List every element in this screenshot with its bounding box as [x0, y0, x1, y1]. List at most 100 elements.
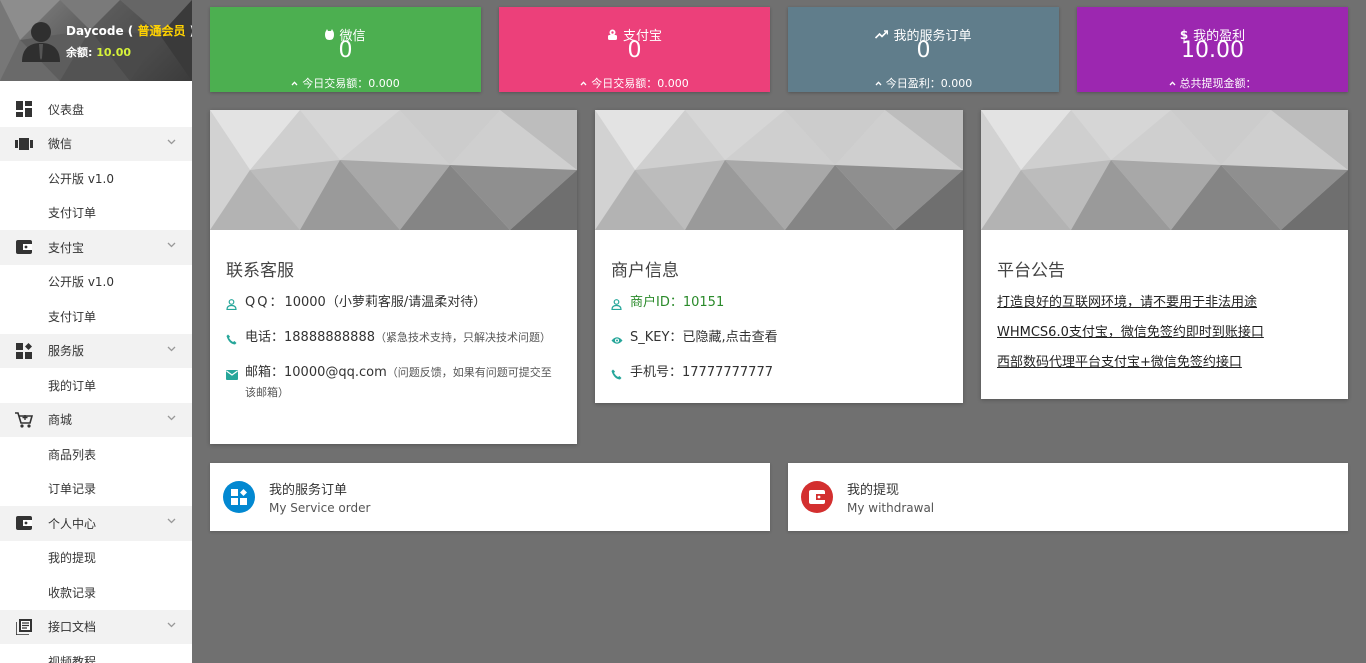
- chevron-down-icon: [167, 622, 176, 627]
- sidebar-item-payment-records[interactable]: 收款记录: [0, 575, 192, 610]
- skey-value[interactable]: 已隐藏,点击查看: [682, 330, 777, 345]
- email-label: 邮箱：: [245, 365, 285, 380]
- sidebar-item-api-docs[interactable]: 接口文档: [0, 609, 192, 644]
- lowpoly-banner-image: [981, 110, 1348, 230]
- quick-title: 我的提现: [847, 483, 900, 498]
- card-title: 平台公告: [997, 261, 1065, 281]
- sidebar-item-wechat[interactable]: 微信: [0, 126, 192, 161]
- notice-link[interactable]: 打造良好的互联网环境，请不要用于非法用途: [997, 293, 1332, 313]
- notice-link[interactable]: 西部数码代理平台支付宝+微信免签约接口: [997, 353, 1332, 373]
- balance-line: 余额: 10.00: [66, 44, 131, 60]
- lowpoly-banner-image: [210, 110, 577, 230]
- quick-title: 我的服务订单: [269, 483, 348, 498]
- mobile-label: 手机号：: [630, 365, 683, 380]
- quick-subtitle: My withdrawal: [847, 501, 935, 515]
- merchant-card: 商户信息 商户ID：10151 S_KEY：已隐藏,点击查看 手机号：17777…: [595, 110, 963, 403]
- sidebar-item-label: 公开版 v1.0: [48, 275, 115, 290]
- sidebar-item-personal-center[interactable]: 个人中心: [0, 506, 192, 541]
- sidebar-item-dashboard[interactable]: 仪表盘: [0, 92, 192, 127]
- card-title: 联系客服: [226, 261, 294, 281]
- skey-row[interactable]: S_KEY：已隐藏,点击查看: [611, 328, 947, 352]
- sidebar-item-label: 收款记录: [48, 585, 97, 600]
- sidebar-item-my-orders[interactable]: 我的订单: [0, 368, 192, 403]
- sidebar-item-my-withdrawals[interactable]: 我的提现: [0, 541, 192, 576]
- sidebar-item-label: 支付订单: [48, 309, 97, 324]
- user-profile: Daycode ( 普通会员 ) 余额: 10.00: [0, 0, 192, 81]
- chevron-up-icon: [1169, 80, 1175, 85]
- widgets-icon: [223, 481, 255, 513]
- sidebar-item-wechat-public[interactable]: 公开版 v1.0: [0, 161, 192, 196]
- chevron-down-icon: [167, 346, 176, 351]
- sidebar-item-label: 视频教程: [48, 654, 97, 663]
- sidebar-item-product-list[interactable]: 商品列表: [0, 437, 192, 472]
- qq-label: QQ：: [245, 295, 285, 310]
- sidebar-item-label: 公开版 v1.0: [48, 171, 115, 186]
- eye-icon: [611, 337, 623, 344]
- tile-profit[interactable]: $ 我的盈利 10.00 总共提现金额：: [1077, 7, 1348, 92]
- chevron-down-icon: [167, 415, 176, 420]
- person-icon: [611, 299, 622, 311]
- sidebar: Daycode ( 普通会员 ) 余额: 10.00 仪表盘 微信 公开版 v1…: [0, 0, 192, 663]
- sidebar-item-alipay-orders[interactable]: 支付订单: [0, 299, 192, 334]
- tile-value: 0: [338, 38, 353, 63]
- sidebar-item-label: 我的订单: [48, 378, 97, 393]
- balance-value: 10.00: [96, 46, 132, 59]
- widgets-icon: [16, 342, 32, 359]
- tile-alipay[interactable]: 支付宝 0 今日交易额：0.000: [499, 7, 770, 92]
- sidebar-item-alipay-public[interactable]: 公开版 v1.0: [0, 265, 192, 300]
- balance-label: 余额:: [66, 46, 97, 59]
- qq-value: 10000（小萝莉客服/请温柔对待）: [284, 295, 487, 310]
- skey-label: S_KEY：: [630, 330, 683, 345]
- tile-value: 0: [916, 38, 931, 63]
- my-withdrawal-card[interactable]: 我的提现 My withdrawal: [788, 463, 1348, 531]
- phone-note: （紧急技术支持，只解决技术问题）: [375, 331, 551, 344]
- paren-close: ): [185, 24, 192, 38]
- tile-value: 10.00: [1181, 38, 1244, 63]
- mobile-row: 手机号：17777777777: [611, 363, 947, 387]
- sidebar-item-wechat-orders[interactable]: 支付订单: [0, 196, 192, 231]
- person-icon: [226, 299, 237, 311]
- chevron-down-icon: [167, 139, 176, 144]
- sidebar-item-shop[interactable]: 商城: [0, 402, 192, 437]
- dashboard-icon: [16, 101, 32, 118]
- sidebar-item-label: 个人中心: [48, 516, 97, 531]
- wallet-icon: [16, 240, 32, 255]
- wechat-icon: [15, 137, 33, 150]
- member-level: 普通会员: [137, 24, 186, 38]
- sidebar-item-label: 支付宝: [48, 240, 85, 255]
- sidebar-item-label: 支付订单: [48, 206, 97, 221]
- sidebar-item-service[interactable]: 服务版: [0, 333, 192, 368]
- tile-service-orders[interactable]: 我的服务订单 0 今日盈利：0.000: [788, 7, 1059, 92]
- sidebar-item-video-tutorial[interactable]: 视频教程: [0, 644, 192, 663]
- sidebar-item-label: 订单记录: [48, 482, 97, 497]
- avatar-icon[interactable]: [20, 18, 62, 62]
- notice-link[interactable]: WHMCS6.0支付宝，微信免签约即时到账接口: [997, 323, 1332, 343]
- contact-card: 联系客服 QQ：10000（小萝莉客服/请温柔对待） 电话：1888888888…: [210, 110, 577, 444]
- email-row: 邮箱：10000@qq.com（问题反馈，如果有问题可提交至该邮箱）: [226, 363, 561, 403]
- tile-wechat[interactable]: 微信 0 今日交易额：0.000: [210, 7, 481, 92]
- chevron-down-icon: [167, 242, 176, 248]
- phone-row: 电话：18888888888（紧急技术支持，只解决技术问题）: [226, 328, 561, 352]
- tile-subtitle: 今日交易额：0.000: [591, 77, 689, 90]
- sidebar-item-label: 我的提现: [48, 551, 97, 566]
- email-value: 10000@qq.com: [284, 365, 387, 380]
- sidebar-item-alipay[interactable]: 支付宝: [0, 230, 192, 265]
- chevron-up-icon: [875, 80, 882, 85]
- phone-value: 18888888888: [284, 330, 375, 345]
- sidebar-item-label: 接口文档: [48, 620, 97, 635]
- sidebar-item-label: 商城: [48, 413, 73, 428]
- tile-subtitle: 今日盈利：0.000: [885, 77, 973, 90]
- qq-row: QQ：10000（小萝莉客服/请温柔对待）: [226, 293, 561, 317]
- paren-open: (: [123, 24, 138, 38]
- tile-subtitle: 总共提现金额：: [1179, 77, 1257, 90]
- tile-subtitle: 今日交易额：0.000: [302, 77, 400, 90]
- mobile-value: 17777777777: [682, 365, 773, 380]
- sidebar-item-label: 商品列表: [48, 447, 97, 462]
- card-banner: [981, 110, 1348, 230]
- chevron-up-icon: [580, 80, 587, 85]
- tile-value: 0: [627, 38, 642, 63]
- username: Daycode: [66, 24, 124, 38]
- my-service-order-card[interactable]: 我的服务订单 My Service order: [210, 463, 770, 531]
- library-icon: [16, 618, 32, 635]
- sidebar-item-order-records[interactable]: 订单记录: [0, 472, 192, 507]
